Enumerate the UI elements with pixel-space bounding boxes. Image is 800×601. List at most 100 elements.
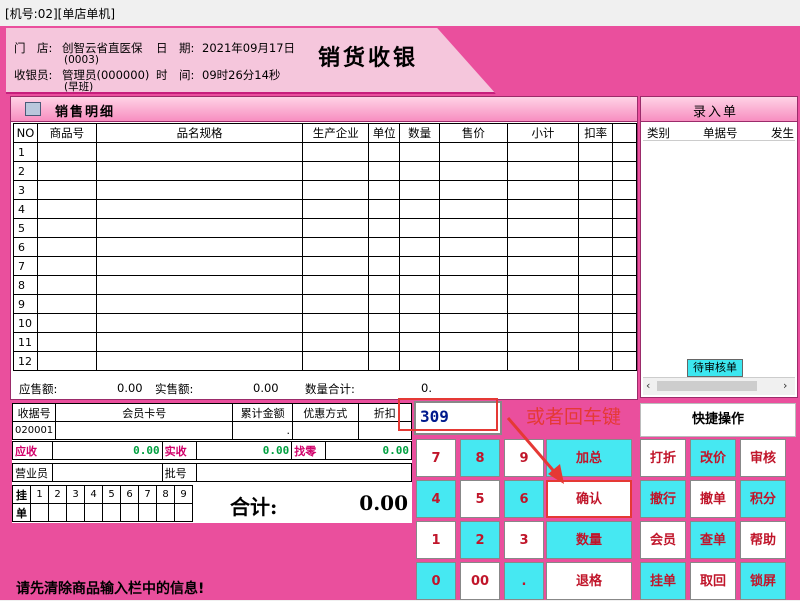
horizontal-scrollbar[interactable]: ‹ › (643, 377, 795, 395)
amount-received-value[interactable]: 0.00 (195, 441, 293, 460)
table-cell[interactable] (439, 199, 508, 219)
table-cell[interactable] (302, 294, 370, 314)
scroll-right-icon[interactable]: › (783, 379, 787, 392)
row-number[interactable]: 12 (13, 351, 38, 371)
table-cell[interactable] (578, 313, 614, 333)
table-row[interactable]: 11 (13, 332, 637, 352)
table-row[interactable]: 4 (13, 199, 637, 219)
table-cell[interactable] (302, 237, 370, 257)
table-cell[interactable] (302, 332, 370, 352)
table-cell[interactable] (302, 218, 370, 238)
hang-slot-empty[interactable] (66, 503, 85, 522)
table-cell[interactable] (399, 218, 441, 238)
scroll-left-icon[interactable]: ‹ (646, 379, 650, 392)
member-card-input[interactable] (55, 421, 234, 440)
hang-slot-empty[interactable] (156, 503, 175, 522)
table-cell[interactable] (95, 351, 304, 371)
table-cell[interactable] (302, 161, 370, 181)
table-row[interactable]: 3 (13, 180, 637, 200)
table-cell[interactable] (578, 275, 614, 295)
hang-slot-empty[interactable] (138, 503, 157, 522)
table-cell[interactable] (439, 351, 508, 371)
hang-order-button[interactable]: 挂单 (640, 562, 686, 600)
table-cell[interactable] (368, 313, 401, 333)
table-cell[interactable] (439, 161, 508, 181)
retrieve-button[interactable]: 取回 (690, 562, 736, 600)
table-cell[interactable] (95, 332, 304, 352)
key-1[interactable]: 1 (416, 521, 456, 559)
key-4[interactable]: 4 (416, 480, 456, 518)
hang-slot[interactable]: 1 (30, 485, 49, 504)
points-button[interactable]: 积分 (740, 480, 786, 518)
table-cell[interactable] (578, 237, 614, 257)
table-cell[interactable] (506, 256, 580, 276)
table-cell[interactable] (506, 142, 580, 162)
hang-slot[interactable]: 9 (174, 485, 193, 504)
table-cell[interactable] (302, 351, 370, 371)
table-cell[interactable] (95, 313, 304, 333)
table-cell[interactable] (95, 199, 304, 219)
table-cell[interactable] (36, 237, 97, 257)
table-cell[interactable] (368, 218, 401, 238)
table-cell[interactable] (36, 199, 97, 219)
change-price-button[interactable]: 改价 (690, 439, 736, 477)
salesperson-input[interactable] (51, 463, 163, 482)
table-cell[interactable] (399, 142, 441, 162)
table-cell[interactable] (612, 180, 637, 200)
row-number[interactable]: 4 (13, 199, 38, 219)
key-3[interactable]: 3 (504, 521, 544, 559)
scroll-thumb[interactable] (657, 381, 757, 391)
cancel-order-button[interactable]: 撤单 (690, 480, 736, 518)
row-number[interactable]: 6 (13, 237, 38, 257)
table-row[interactable]: 5 (13, 218, 637, 238)
table-cell[interactable] (612, 256, 637, 276)
table-cell[interactable] (439, 294, 508, 314)
table-cell[interactable] (368, 351, 401, 371)
table-cell[interactable] (578, 351, 614, 371)
cancel-line-button[interactable]: 撤行 (640, 480, 686, 518)
table-cell[interactable] (612, 218, 637, 238)
table-cell[interactable] (368, 199, 401, 219)
key-7[interactable]: 7 (416, 439, 456, 477)
sales-table[interactable]: NO 商品号 品名规格 生产企业 单位 数量 售价 小计 扣率 12345678… (13, 123, 637, 371)
table-cell[interactable] (578, 180, 614, 200)
hang-slot-empty[interactable] (102, 503, 121, 522)
backspace-button[interactable]: 退格 (546, 562, 632, 600)
table-cell[interactable] (439, 218, 508, 238)
table-cell[interactable] (506, 237, 580, 257)
table-cell[interactable] (399, 275, 441, 295)
table-cell[interactable] (95, 142, 304, 162)
table-cell[interactable] (95, 294, 304, 314)
hang-slot-empty[interactable] (84, 503, 103, 522)
row-number[interactable]: 3 (13, 180, 38, 200)
table-row[interactable]: 6 (13, 237, 637, 257)
table-cell[interactable] (399, 294, 441, 314)
table-cell[interactable] (439, 275, 508, 295)
key-00[interactable]: 00 (460, 562, 500, 600)
table-cell[interactable] (612, 294, 637, 314)
table-cell[interactable] (368, 256, 401, 276)
table-cell[interactable] (36, 161, 97, 181)
table-cell[interactable] (302, 313, 370, 333)
table-cell[interactable] (578, 161, 614, 181)
table-cell[interactable] (399, 256, 441, 276)
table-cell[interactable] (399, 313, 441, 333)
table-cell[interactable] (612, 199, 637, 219)
table-cell[interactable] (612, 351, 637, 371)
table-cell[interactable] (439, 332, 508, 352)
table-cell[interactable] (36, 180, 97, 200)
table-cell[interactable] (439, 256, 508, 276)
help-button[interactable]: 帮助 (740, 521, 786, 559)
discount-button[interactable]: 打折 (640, 439, 686, 477)
table-cell[interactable] (368, 332, 401, 352)
table-row[interactable]: 8 (13, 275, 637, 295)
quantity-button[interactable]: 数量 (546, 521, 632, 559)
hang-slot[interactable]: 8 (156, 485, 175, 504)
table-row[interactable]: 1 (13, 142, 637, 162)
table-cell[interactable] (506, 313, 580, 333)
table-cell[interactable] (612, 275, 637, 295)
table-cell[interactable] (36, 313, 97, 333)
table-cell[interactable] (506, 294, 580, 314)
hang-slot-empty[interactable] (48, 503, 67, 522)
table-cell[interactable] (578, 218, 614, 238)
